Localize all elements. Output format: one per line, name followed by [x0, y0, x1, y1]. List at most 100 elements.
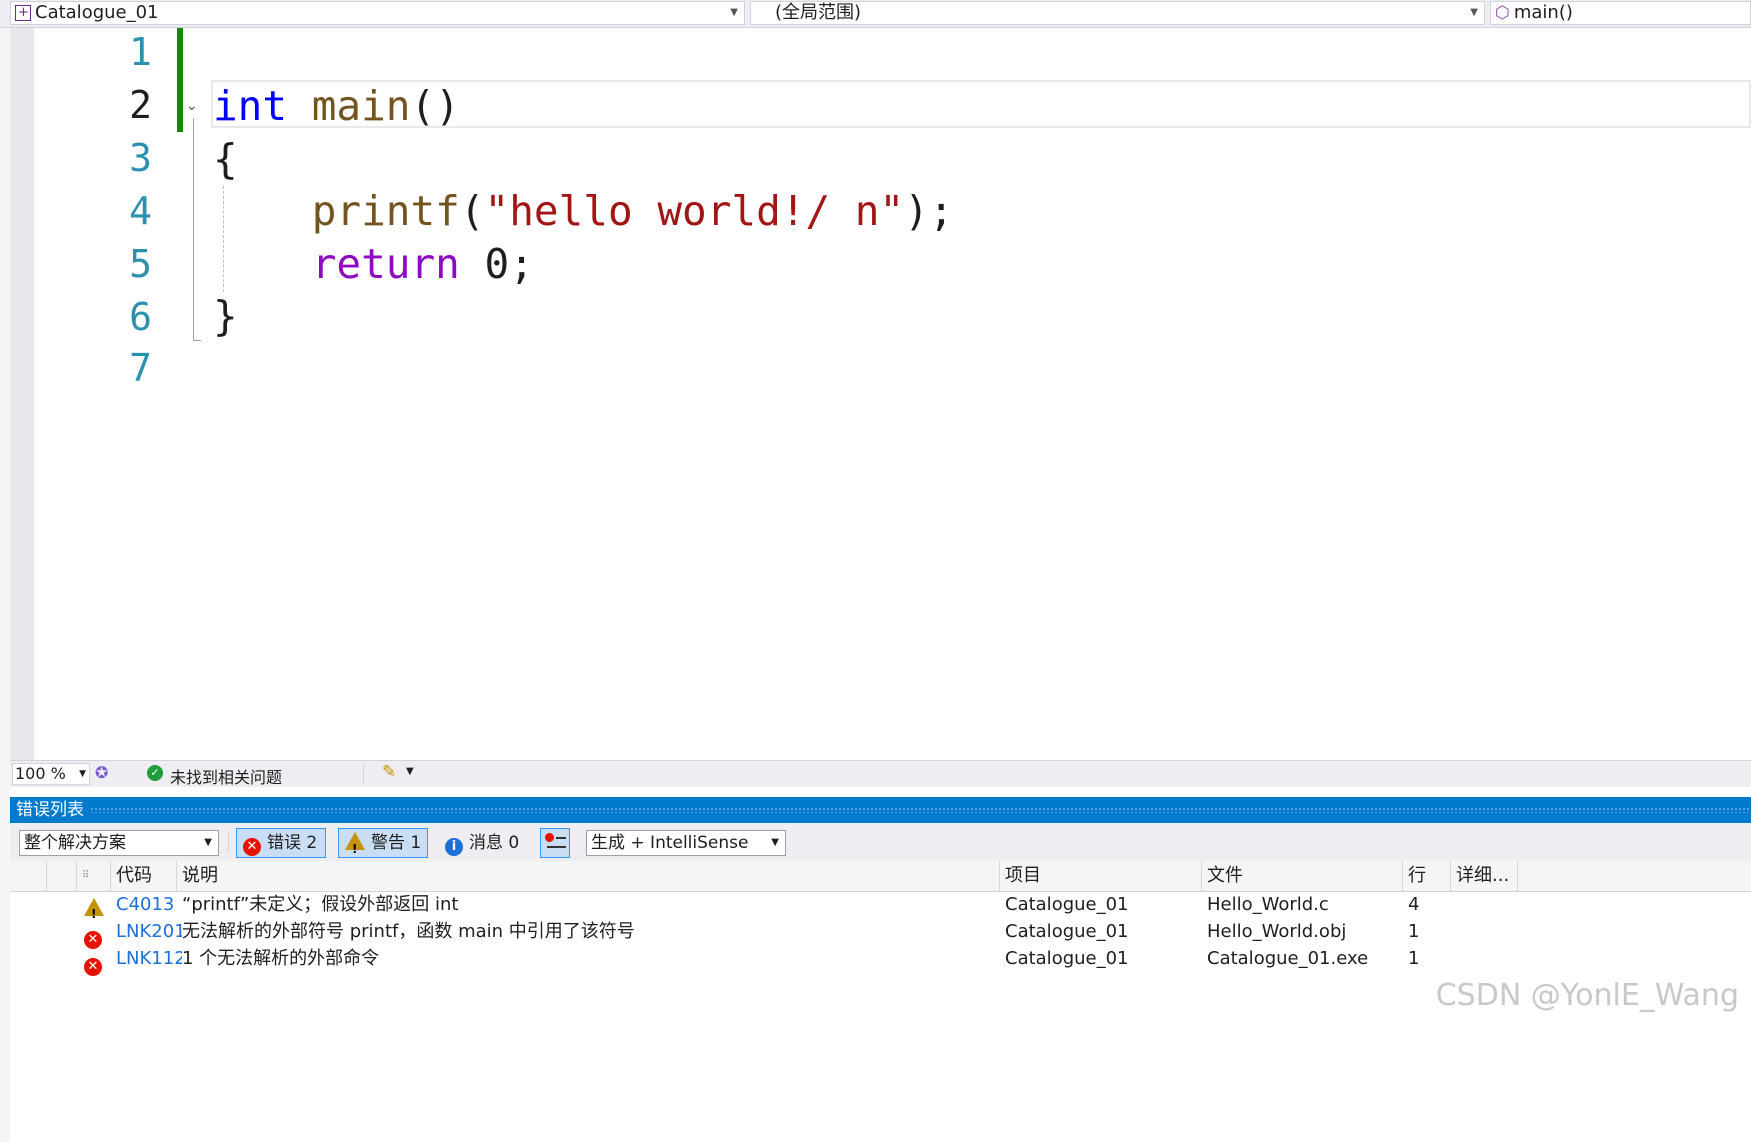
- line-number: 7: [129, 346, 152, 390]
- editor-status-bar: 100 % ▼ ✪ ✓ 未找到相关问题 ✎ ▼: [10, 760, 1751, 787]
- error-code-link[interactable]: LNK2019: [116, 918, 182, 945]
- issues-status: 未找到相关问题: [170, 768, 283, 787]
- code-line-6[interactable]: }: [213, 292, 238, 340]
- check-circle-icon: ✓: [147, 765, 163, 781]
- build-source-dropdown[interactable]: 生成 + IntelliSense ▼: [586, 830, 786, 856]
- code-editor[interactable]: [34, 28, 1751, 760]
- divider: [228, 832, 229, 852]
- column-details-header[interactable]: 详细...: [1450, 861, 1518, 891]
- chevron-down-icon: ▼: [730, 7, 738, 18]
- filter-errors-button[interactable]: [540, 828, 570, 858]
- keyword-int: int: [213, 82, 288, 130]
- warnings-toggle-button[interactable]: 警告 1: [338, 828, 428, 863]
- column-code-label: 代码: [116, 865, 152, 886]
- error-icon: ✕: [84, 949, 108, 976]
- column-line-header[interactable]: 行: [1402, 861, 1450, 891]
- line-number: 3: [129, 136, 152, 180]
- column-description-header[interactable]: 说明: [176, 861, 999, 891]
- error-project: Catalogue_01: [1005, 894, 1129, 915]
- changed-lines-indicator: [177, 28, 183, 132]
- editor-left-edge: [0, 28, 10, 1142]
- member-dropdown[interactable]: ⬡ main(): [1490, 1, 1751, 25]
- line-number-current: 2: [129, 83, 152, 127]
- error-file: Catalogue_01.exe: [1207, 948, 1369, 969]
- code-line-3[interactable]: {: [213, 135, 238, 183]
- drag-grip[interactable]: [90, 807, 1751, 813]
- error-icon: ✕: [243, 838, 261, 856]
- project-label: Catalogue_01: [35, 2, 159, 23]
- error-project: Catalogue_01: [1005, 921, 1129, 942]
- error-description: “printf”未定义；假设外部返回 int: [182, 894, 459, 915]
- errors-count-label: 错误 2: [267, 833, 318, 853]
- health-icon[interactable]: ✪: [95, 763, 108, 782]
- column-project-header[interactable]: 项目: [999, 861, 1201, 891]
- chevron-down-icon[interactable]: ▼: [406, 766, 414, 777]
- column-sort-grip[interactable]: ⠿: [76, 861, 110, 891]
- parens: (): [410, 82, 460, 130]
- errors-toggle-button[interactable]: ✕ 错误 2: [236, 828, 326, 858]
- column-line-label: 行: [1408, 865, 1426, 886]
- messages-toggle-button[interactable]: i 消息 0: [438, 828, 528, 858]
- table-row[interactable]: C4013 “printf”未定义；假设外部返回 int Catalogue_0…: [10, 891, 1751, 928]
- scope-filter-dropdown[interactable]: 整个解决方案 ▼: [19, 830, 219, 856]
- open-paren: (: [459, 187, 485, 235]
- table-row[interactable]: ✕ LNK1120 1 个无法解析的外部命令 Catalogue_01 Cata…: [10, 945, 1751, 976]
- table-row[interactable]: ✕ LNK2019 无法解析的外部符号 printf，函数 main 中引用了该…: [10, 918, 1751, 949]
- chevron-down-icon: ▼: [79, 769, 86, 779]
- panel-title: 错误列表: [16, 800, 84, 820]
- column-details-label: 详细...: [1456, 865, 1510, 886]
- grid-header: ⠿ 代码 说明 项目 文件 行 详细...: [10, 861, 1751, 892]
- code-line-2[interactable]: int main(): [213, 82, 460, 130]
- error-line: 1: [1408, 948, 1420, 969]
- scope-filter-value: 整个解决方案: [24, 833, 126, 853]
- project-dropdown[interactable]: Catalogue_01 ▼: [10, 1, 745, 25]
- chevron-down-icon: ▼: [771, 837, 779, 848]
- keyword-return: return: [311, 240, 460, 288]
- outline-bracket-end: [193, 340, 201, 341]
- error-line: 1: [1408, 921, 1420, 942]
- code-line-4[interactable]: printf("hello world!/ n");: [213, 187, 954, 235]
- warnings-count-label: 警告 1: [371, 833, 422, 853]
- line-number: 4: [129, 189, 152, 233]
- code-cleanup-broom-icon[interactable]: ✎: [382, 762, 396, 782]
- watermark-text: CSDN @YonlE_Wang: [1435, 978, 1739, 1013]
- scope-dropdown[interactable]: (全局范围) ▼: [750, 1, 1485, 25]
- zoom-dropdown[interactable]: 100 % ▼: [12, 763, 90, 785]
- navigation-bar: Catalogue_01 ▼ (全局范围) ▼ ⬡main(): [0, 0, 1751, 28]
- error-code-link[interactable]: C4013: [116, 891, 178, 918]
- filter-icon: [545, 833, 554, 842]
- string-literal: "hello world!/ n": [484, 187, 905, 235]
- column-code-header[interactable]: 代码: [110, 861, 176, 891]
- member-label: main(): [1513, 2, 1573, 23]
- code-line-5[interactable]: return 0;: [213, 240, 534, 288]
- chevron-down-icon: ▼: [1470, 7, 1478, 18]
- number-literal: 0: [459, 240, 510, 288]
- function-cube-icon: ⬡: [1495, 3, 1510, 23]
- column-severity-header[interactable]: [46, 861, 76, 891]
- function-name-main: main: [311, 82, 411, 130]
- column-file-label: 文件: [1207, 865, 1243, 886]
- error-list-title-bar[interactable]: 错误列表: [10, 797, 1751, 823]
- chevron-down-icon: ▼: [204, 837, 212, 848]
- error-file: Hello_World.c: [1207, 894, 1329, 915]
- collapse-chevron-icon[interactable]: ⌄: [186, 98, 198, 114]
- info-icon: i: [445, 838, 463, 856]
- error-description: 无法解析的外部符号 printf，函数 main 中引用了该符号: [182, 921, 635, 942]
- function-name-printf: printf: [311, 187, 460, 235]
- project-icon: [15, 2, 31, 24]
- error-code-link[interactable]: LNK1120: [116, 945, 182, 972]
- close-paren-semicolon: );: [904, 187, 954, 235]
- error-line: 4: [1408, 894, 1420, 915]
- build-source-value: 生成 + IntelliSense: [591, 833, 749, 853]
- close-brace: }: [213, 292, 238, 340]
- selection-margin: [10, 28, 34, 760]
- column-file-header[interactable]: 文件: [1201, 861, 1402, 891]
- messages-count-label: 消息 0: [469, 833, 520, 853]
- outline-bracket: [193, 118, 194, 340]
- error-project: Catalogue_01: [1005, 948, 1129, 969]
- column-project-label: 项目: [1005, 865, 1041, 886]
- error-description: 1 个无法解析的外部命令: [182, 948, 380, 969]
- error-list-toolbar: 整个解决方案 ▼ ✕ 错误 2 警告 1 i 消息 0 生成 + IntelliSe…: [10, 823, 1751, 863]
